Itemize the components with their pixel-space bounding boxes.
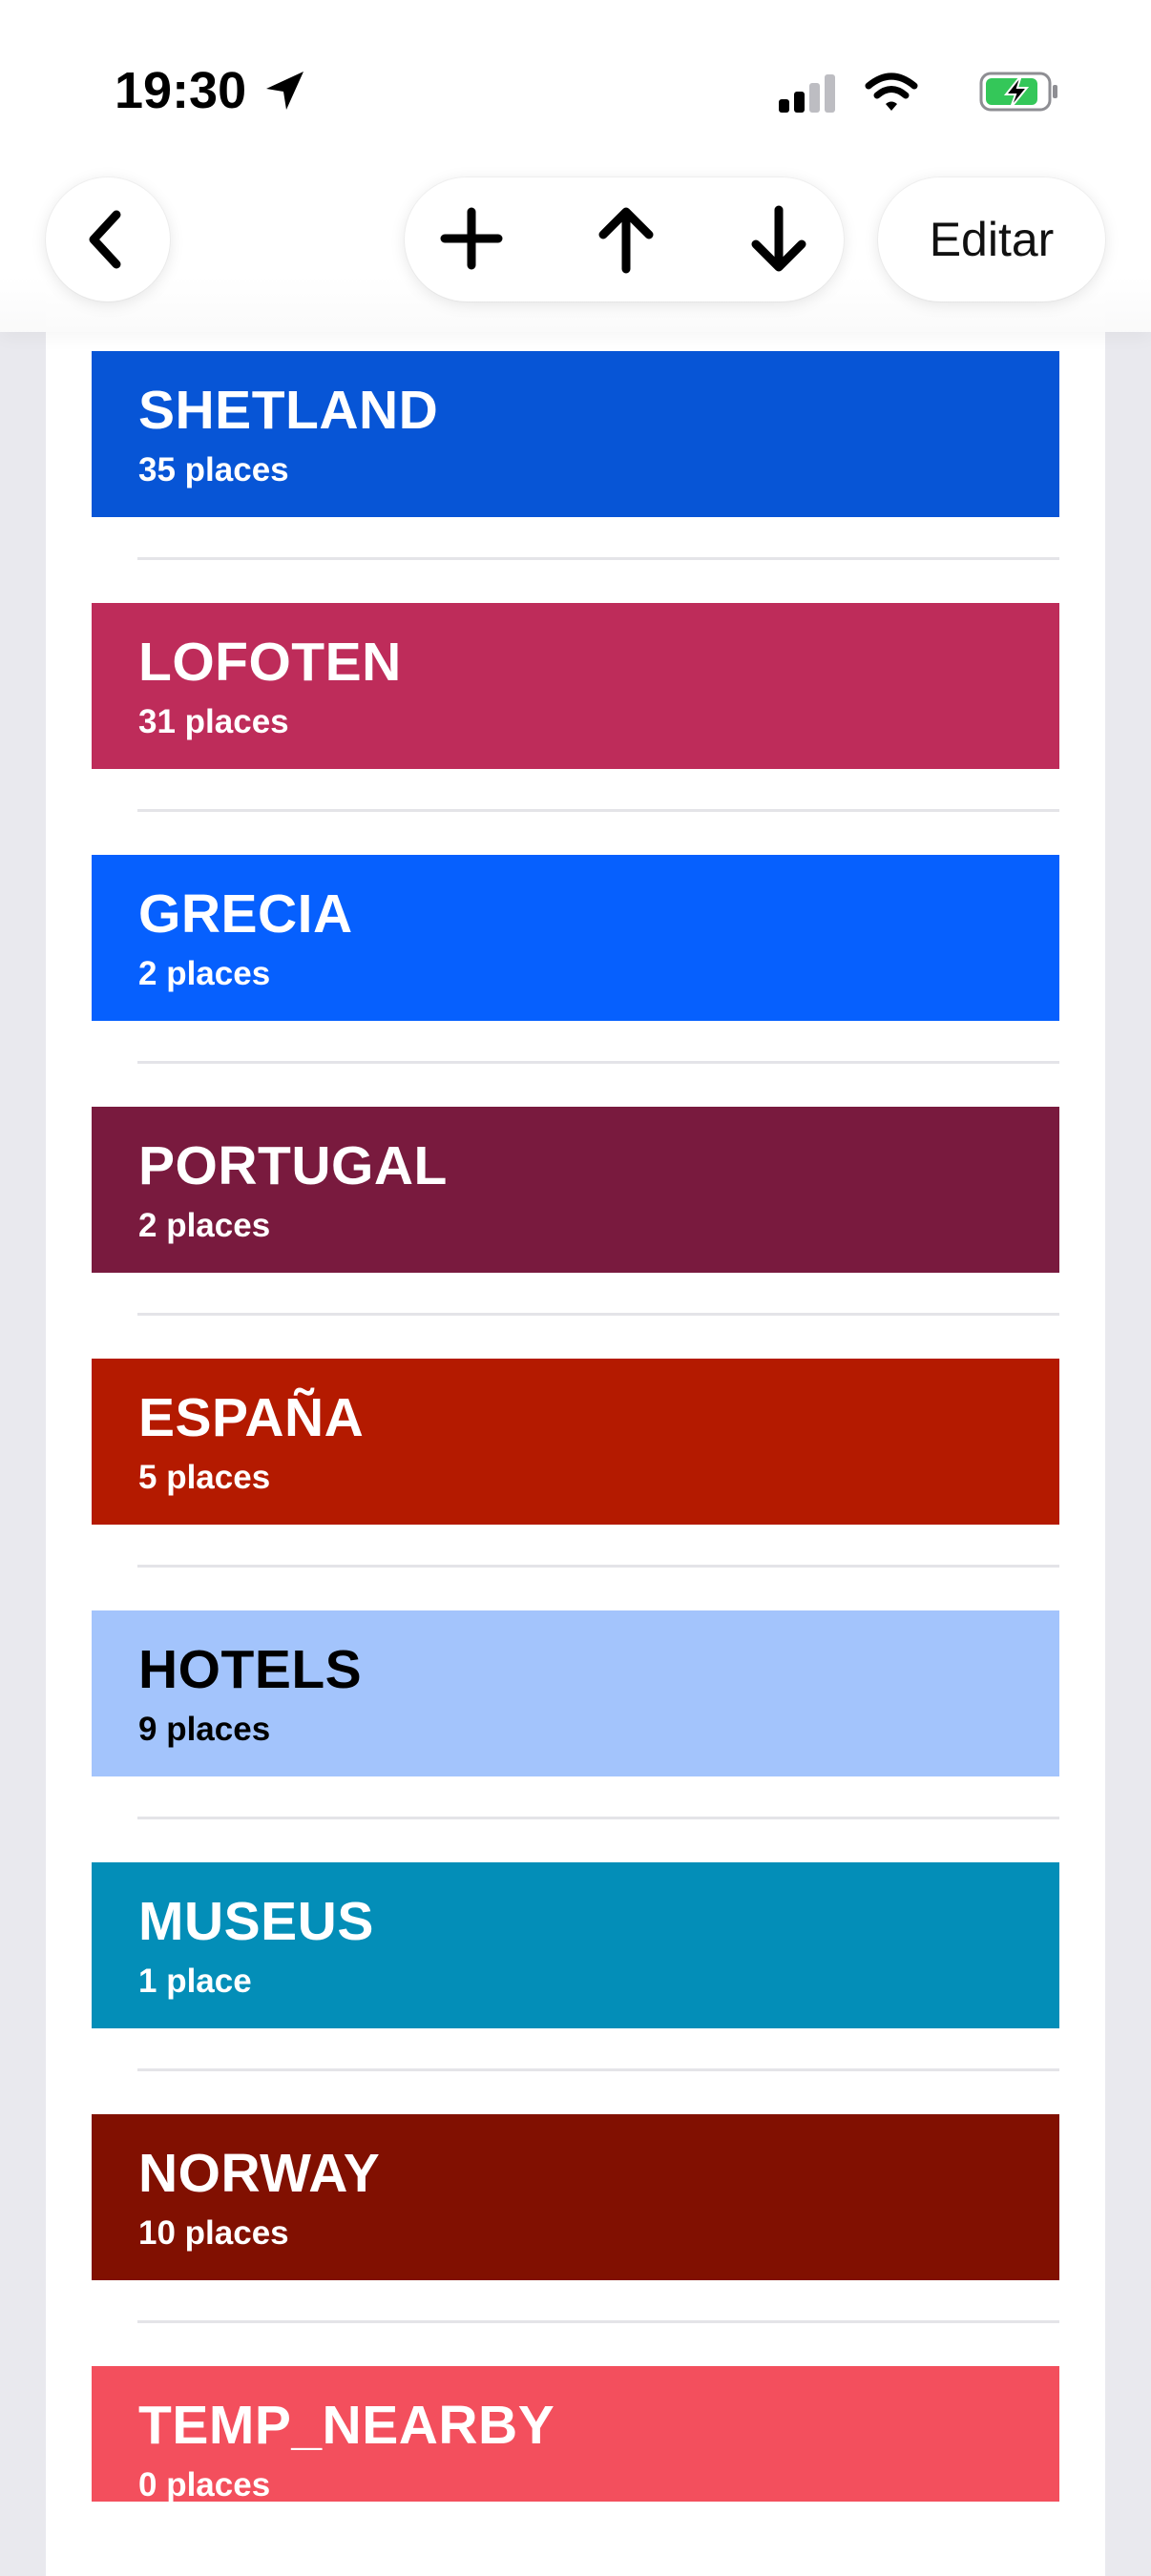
edit-button[interactable]: Editar	[878, 177, 1105, 301]
list-count: 35 places	[138, 451, 289, 488]
list-count: 1 place	[138, 1963, 252, 2000]
list-count: 2 places	[138, 1207, 271, 1244]
list-title: ESPAÑA	[138, 1387, 365, 1448]
plus-icon	[440, 207, 503, 270]
arrow-down-icon	[751, 205, 806, 272]
battery-charging-icon	[979, 71, 1059, 117]
edit-button-label: Editar	[929, 213, 1055, 266]
list-item-lofoten[interactable]: LOFOTEN 31 places	[92, 603, 1059, 769]
chevron-left-icon	[82, 209, 130, 275]
list-title: SHETLAND	[138, 380, 439, 441]
list-item-museus[interactable]: MUSEUS 1 place	[92, 1862, 1059, 2028]
wifi-icon	[865, 73, 918, 117]
list-count: 31 places	[138, 703, 289, 740]
add-button[interactable]	[439, 206, 504, 276]
divider	[137, 557, 1059, 560]
list-title: LOFOTEN	[138, 632, 402, 693]
divider	[137, 1313, 1059, 1316]
divider	[137, 1565, 1059, 1568]
list-item-temp-nearby[interactable]: TEMP_NEARBY 0 places	[92, 2366, 1059, 2503]
list-count: 2 places	[138, 955, 271, 992]
list-title: TEMP_NEARBY	[138, 2395, 555, 2456]
list-title: GRECIA	[138, 883, 353, 945]
list-item-grecia[interactable]: GRECIA 2 places	[92, 855, 1059, 1021]
list-item-shetland[interactable]: SHETLAND 35 places	[92, 351, 1059, 517]
status-time: 19:30	[115, 62, 247, 119]
list-count: 5 places	[138, 1459, 271, 1496]
divider	[137, 1061, 1059, 1064]
list-title: MUSEUS	[138, 1891, 374, 1952]
list-item-hotels[interactable]: HOTELS 9 places	[92, 1610, 1059, 1776]
list-item-espana[interactable]: ESPAÑA 5 places	[92, 1359, 1059, 1525]
list-title: HOTELS	[138, 1639, 363, 1700]
top-bar: 19:30 Editar	[0, 0, 1151, 332]
list-title: NORWAY	[138, 2143, 381, 2204]
list-title: PORTUGAL	[138, 1135, 448, 1196]
list-item-norway[interactable]: NORWAY 10 places	[92, 2114, 1059, 2280]
location-arrow-icon	[263, 69, 305, 117]
cellular-signal-icon	[779, 74, 836, 117]
move-up-button[interactable]	[594, 204, 659, 280]
back-button[interactable]	[46, 177, 170, 301]
list-item-portugal[interactable]: PORTUGAL 2 places	[92, 1107, 1059, 1273]
divider	[137, 809, 1059, 812]
list-count: 10 places	[138, 2214, 289, 2252]
arrow-up-icon	[598, 207, 654, 274]
list-count: 9 places	[138, 1711, 271, 1748]
divider	[137, 1817, 1059, 1819]
divider	[137, 2320, 1059, 2323]
list-count: 0 places	[138, 2466, 271, 2503]
divider	[137, 2068, 1059, 2071]
move-down-button[interactable]	[746, 204, 811, 280]
